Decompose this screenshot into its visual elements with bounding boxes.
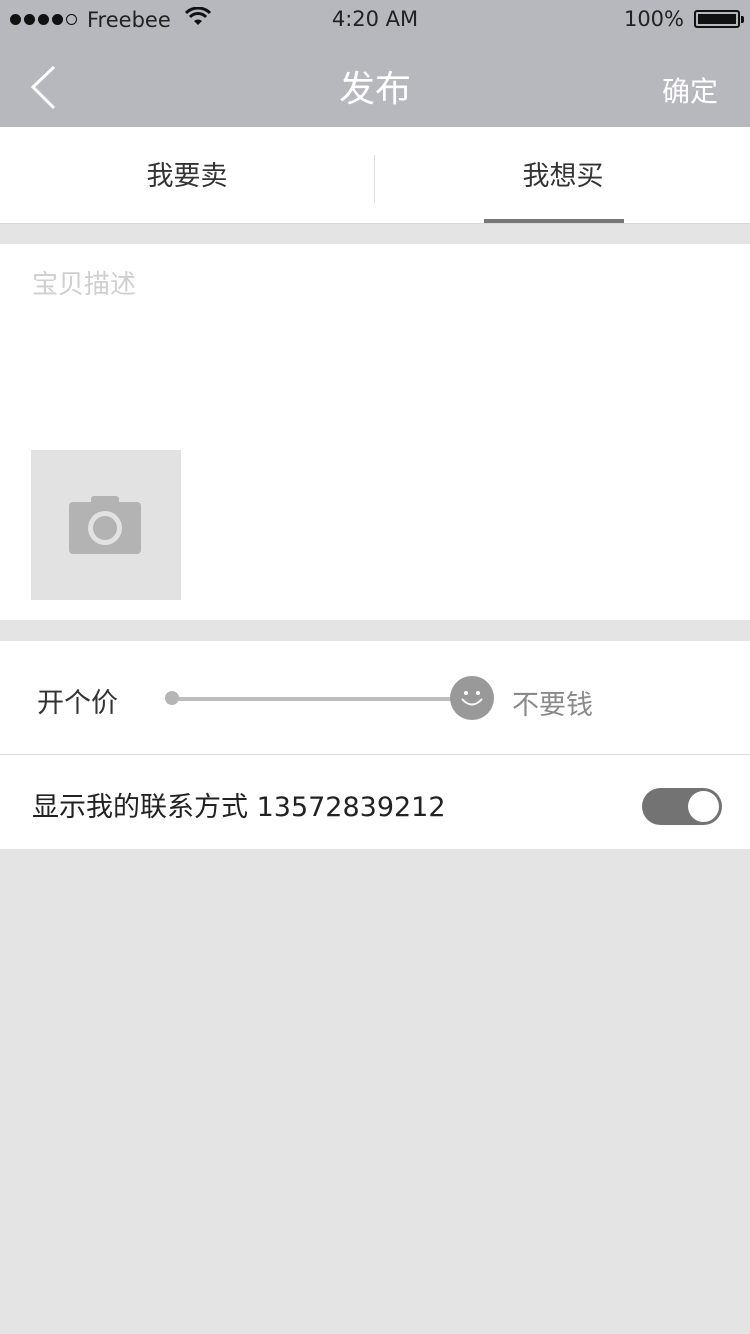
price-value: 不要钱	[512, 690, 593, 721]
status-bar: Freebee 4:20 AM 100%	[0, 0, 750, 40]
battery-icon	[694, 10, 744, 28]
contact-row: 显示我的联系方式 13572839212	[0, 755, 750, 849]
tab-active-indicator	[484, 219, 624, 223]
battery-percent: 100%	[623, 7, 684, 31]
smiley-icon	[461, 691, 483, 706]
contact-label: 显示我的联系方式 13572839212	[32, 792, 446, 823]
price-row: 开个价 不要钱	[0, 641, 750, 755]
camera-icon	[69, 496, 141, 554]
price-slider-start	[165, 691, 179, 705]
tab-bar: 我要卖 我想买	[0, 127, 750, 224]
price-slider-track[interactable]	[172, 697, 472, 701]
tab-buy[interactable]: 我想买	[376, 127, 750, 223]
nav-bar: 发布 确定	[0, 40, 750, 127]
add-photo-button[interactable]	[31, 450, 181, 600]
price-slider-knob[interactable]	[450, 676, 494, 720]
price-label: 开个价	[37, 688, 118, 719]
confirm-button[interactable]: 确定	[662, 70, 718, 110]
page-title: 发布	[338, 69, 411, 110]
toggle-thumb	[688, 791, 719, 822]
description-card	[0, 244, 750, 620]
status-bar-right: 100%	[623, 7, 744, 31]
tab-divider	[374, 155, 375, 203]
tab-sell[interactable]: 我要卖	[0, 127, 374, 223]
show-contact-toggle[interactable]	[642, 788, 722, 825]
description-input[interactable]	[30, 262, 724, 416]
